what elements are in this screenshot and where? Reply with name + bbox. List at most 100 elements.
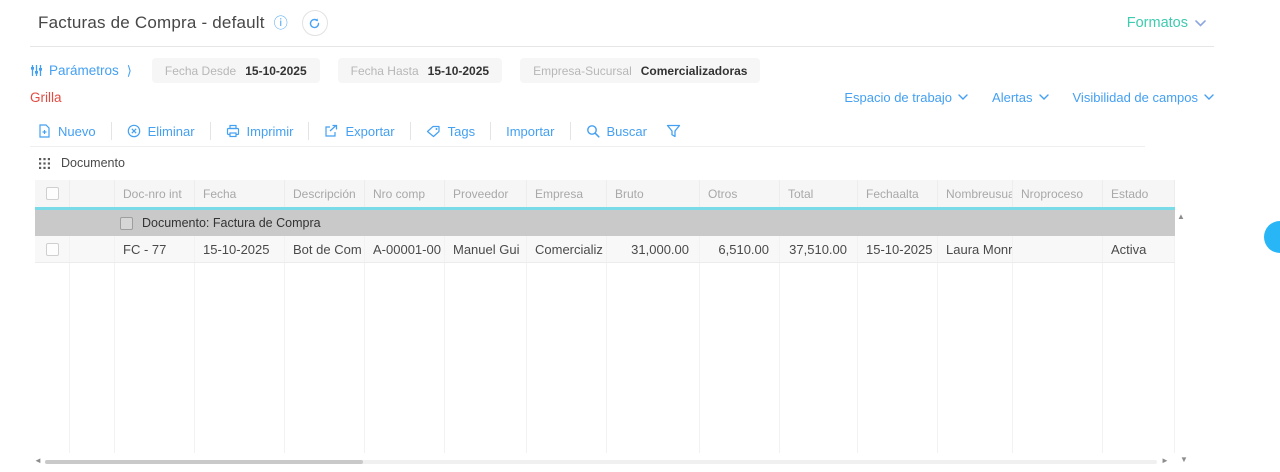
info-icon[interactable]: ⓘ bbox=[274, 13, 288, 33]
export-icon bbox=[324, 124, 338, 138]
column-header-otros[interactable]: Otros bbox=[700, 180, 780, 207]
grid-header-row: Doc-nro int Fecha Descripción Nro comp P… bbox=[35, 180, 1175, 207]
cell-fechaalta: 15-10-2025 bbox=[858, 236, 938, 262]
parameters-bar: Parámetros ⟩ Fecha Desde 15-10-2025 Fech… bbox=[30, 57, 1214, 84]
alertas-dropdown[interactable]: Alertas bbox=[992, 90, 1048, 105]
column-header-doc-nro-int[interactable]: Doc-nro int bbox=[115, 180, 195, 207]
empty-col bbox=[780, 263, 858, 453]
column-header-fecha[interactable]: Fecha bbox=[195, 180, 285, 207]
chevron-down-icon bbox=[1204, 94, 1214, 100]
grid-empty-area bbox=[35, 263, 1175, 453]
empty-col bbox=[35, 263, 70, 453]
column-header-total[interactable]: Total bbox=[780, 180, 858, 207]
page-header: Facturas de Compra - default ⓘ Formatos bbox=[0, 0, 1280, 46]
cell-empresa: Comercializ bbox=[527, 236, 607, 262]
scroll-left-arrow[interactable]: ◄ bbox=[34, 457, 42, 465]
button-label: Eliminar bbox=[148, 124, 195, 139]
button-label: Buscar bbox=[607, 124, 647, 139]
link-label: Espacio de trabajo bbox=[844, 90, 952, 105]
importar-button[interactable]: Importar bbox=[490, 122, 569, 140]
empty-col bbox=[527, 263, 607, 453]
button-label: Tags bbox=[448, 124, 475, 139]
group-row-factura-de-compra[interactable]: Documento: Factura de Compra bbox=[35, 210, 1175, 236]
empty-col bbox=[285, 263, 365, 453]
row-select-cell bbox=[35, 236, 70, 262]
column-header-bruto[interactable]: Bruto bbox=[607, 180, 700, 207]
visibilidad-de-campos-dropdown[interactable]: Visibilidad de campos bbox=[1073, 90, 1215, 105]
empty-col bbox=[365, 263, 445, 453]
imprimir-button[interactable]: Imprimir bbox=[210, 122, 309, 140]
group-row-checkbox[interactable] bbox=[120, 217, 133, 230]
eliminar-button[interactable]: Eliminar bbox=[111, 122, 210, 140]
link-label: Alertas bbox=[992, 90, 1032, 105]
cell-doc-nro-int: FC - 77 bbox=[115, 236, 195, 262]
param-chip-fecha-hasta[interactable]: Fecha Hasta 15-10-2025 bbox=[338, 58, 502, 83]
scroll-up-arrow[interactable]: ▲ bbox=[1177, 213, 1185, 221]
grid-handle-icon bbox=[39, 158, 50, 169]
group-by-documento-chip[interactable]: Documento bbox=[39, 156, 125, 170]
link-label: Visibilidad de campos bbox=[1073, 90, 1199, 105]
column-header-descripcion[interactable]: Descripción bbox=[285, 180, 365, 207]
view-row: Grilla Espacio de trabajo Alertas Visibi… bbox=[30, 86, 1214, 108]
facturas-compra-page: Facturas de Compra - default ⓘ Formatos bbox=[0, 0, 1280, 472]
scroll-down-arrow[interactable]: ▼ bbox=[1180, 456, 1188, 464]
invoice-row[interactable]: FC - 77 15-10-2025 Bot de Com A-00001-00… bbox=[35, 236, 1175, 263]
search-icon bbox=[586, 124, 600, 138]
row-spacer-cell bbox=[70, 236, 115, 262]
empty-col bbox=[938, 263, 1013, 453]
button-label: Importar bbox=[506, 124, 554, 139]
espacio-de-trabajo-dropdown[interactable]: Espacio de trabajo bbox=[844, 90, 968, 105]
button-label: Imprimir bbox=[247, 124, 294, 139]
chevron-down-icon bbox=[958, 94, 968, 100]
param-label: Empresa-Sucursal bbox=[533, 64, 632, 78]
column-header-empresa[interactable]: Empresa bbox=[527, 180, 607, 207]
button-label: Nuevo bbox=[58, 124, 96, 139]
cell-bruto: 31,000.00 bbox=[607, 236, 700, 262]
column-header-proveedor[interactable]: Proveedor bbox=[445, 180, 527, 207]
filter-button[interactable] bbox=[666, 124, 681, 138]
column-header-nombreusuar[interactable]: Nombreusuar bbox=[938, 180, 1013, 207]
refresh-icon bbox=[308, 17, 321, 30]
column-header-fechaalta[interactable]: Fechaalta bbox=[858, 180, 938, 207]
grid-toolbar: Nuevo Eliminar Imprimir Expor bbox=[30, 116, 1145, 147]
empty-col bbox=[70, 263, 115, 453]
column-header-estado[interactable]: Estado bbox=[1103, 180, 1175, 207]
select-all-checkbox[interactable] bbox=[46, 187, 59, 200]
cell-fecha: 15-10-2025 bbox=[195, 236, 285, 262]
parameters-toggle[interactable]: Parámetros ⟩ bbox=[30, 63, 132, 79]
cell-otros: 6,510.00 bbox=[700, 236, 780, 262]
group-bar-label: Documento bbox=[61, 156, 125, 170]
empty-col bbox=[607, 263, 700, 453]
tag-icon bbox=[426, 125, 441, 138]
buscar-button[interactable]: Buscar bbox=[570, 122, 662, 140]
floating-action-button[interactable] bbox=[1264, 221, 1280, 253]
tags-button[interactable]: Tags bbox=[410, 122, 490, 140]
exportar-button[interactable]: Exportar bbox=[308, 122, 409, 140]
column-header-nroproceso[interactable]: Nroproceso bbox=[1013, 180, 1103, 207]
param-label: Fecha Desde bbox=[165, 64, 236, 78]
param-label: Fecha Hasta bbox=[351, 64, 419, 78]
page-title: Facturas de Compra - default bbox=[38, 13, 265, 33]
refresh-button[interactable] bbox=[302, 10, 328, 36]
parameters-label: Parámetros bbox=[49, 63, 119, 78]
header-spacer-cell bbox=[70, 180, 115, 207]
formats-dropdown[interactable]: Formatos bbox=[1127, 15, 1206, 31]
cell-nroproceso bbox=[1013, 236, 1103, 262]
button-label: Exportar bbox=[345, 124, 394, 139]
horizontal-scrollbar-thumb[interactable] bbox=[45, 460, 363, 464]
param-chip-fecha-desde[interactable]: Fecha Desde 15-10-2025 bbox=[152, 58, 320, 83]
grilla-label: Grilla bbox=[30, 90, 62, 105]
invoices-grid: Doc-nro int Fecha Descripción Nro comp P… bbox=[35, 180, 1175, 453]
nuevo-button[interactable]: Nuevo bbox=[30, 122, 111, 140]
empty-col bbox=[445, 263, 527, 453]
param-chip-empresa-sucursal[interactable]: Empresa-Sucursal Comercializadoras bbox=[520, 58, 760, 83]
column-header-nro-comp[interactable]: Nro comp bbox=[365, 180, 445, 207]
print-icon bbox=[226, 124, 240, 138]
param-value: 15-10-2025 bbox=[428, 64, 489, 78]
group-row-label: Documento: Factura de Compra bbox=[142, 216, 321, 230]
empty-col bbox=[700, 263, 780, 453]
cell-descripcion: Bot de Com bbox=[285, 236, 365, 262]
row-checkbox[interactable] bbox=[46, 243, 59, 256]
empty-col bbox=[1013, 263, 1103, 453]
scroll-right-arrow[interactable]: ► bbox=[1161, 457, 1169, 465]
